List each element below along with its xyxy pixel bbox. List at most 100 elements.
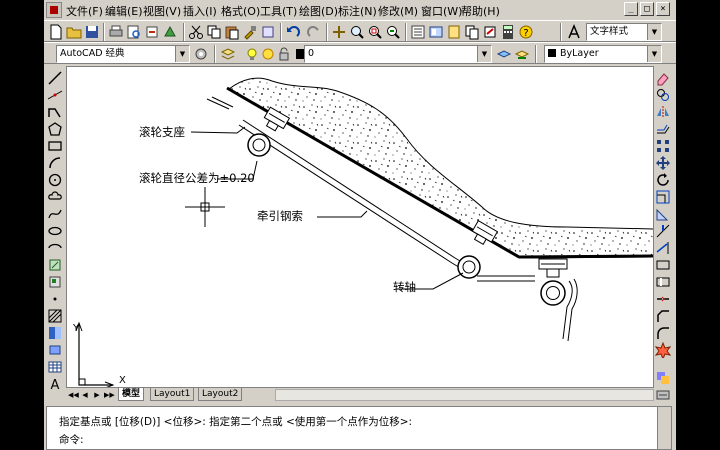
menu-help[interactable]: 帮助(H) [461, 3, 500, 19]
tab-layout1[interactable]: Layout1 [150, 388, 195, 401]
properties-icon[interactable] [410, 24, 426, 40]
tab-prev-button[interactable]: ◀ [80, 390, 90, 400]
region-icon[interactable] [47, 342, 63, 358]
zoom-window-icon[interactable] [367, 24, 383, 40]
color-select[interactable]: ByLayer ▼ [544, 45, 662, 63]
minimize-button[interactable]: _ [624, 2, 638, 16]
menu-insert[interactable]: 插入(I) [183, 3, 217, 19]
revision-cloud-icon[interactable] [47, 189, 63, 205]
stretch-icon[interactable] [655, 206, 671, 222]
layer-select[interactable]: 0 ▼ [304, 45, 492, 63]
join-icon[interactable] [655, 291, 671, 307]
command-window[interactable]: 指定基点或 [位移(D)] <位移>: 指定第二个点或 <使用第一个点作为位移>… [46, 406, 672, 450]
markup-set-icon[interactable] [482, 24, 498, 40]
menu-window[interactable]: 窗口(W) [421, 3, 462, 19]
inquiry-icon[interactable] [655, 387, 671, 403]
offset-icon[interactable] [655, 121, 671, 137]
copy-object-icon[interactable] [655, 87, 671, 103]
save-icon[interactable] [84, 24, 100, 40]
menu-view[interactable]: 视图(V) [143, 3, 181, 19]
gradient-icon[interactable] [47, 325, 63, 341]
ellipse-icon[interactable] [47, 223, 63, 239]
rotate-icon[interactable] [655, 172, 671, 188]
workspace-settings-icon[interactable] [193, 46, 209, 62]
design-center-icon[interactable] [428, 24, 444, 40]
menu-tools[interactable]: 工具(T) [260, 3, 297, 19]
cut-icon[interactable] [188, 24, 204, 40]
layer-lock-icon[interactable] [276, 46, 292, 62]
command-prompt[interactable]: 命令: [59, 432, 84, 447]
quickcalc-icon[interactable] [500, 24, 516, 40]
scale-icon[interactable] [655, 189, 671, 205]
command-scrollbar[interactable] [657, 407, 671, 449]
close-button[interactable]: × [656, 2, 670, 16]
redo-icon[interactable] [306, 24, 322, 40]
layer-properties-icon[interactable] [220, 46, 236, 62]
chamfer-icon[interactable] [655, 308, 671, 324]
mirror-icon[interactable] [655, 104, 671, 120]
pan-icon[interactable] [331, 24, 347, 40]
zoom-previous-icon[interactable] [385, 24, 401, 40]
fillet-icon[interactable] [655, 325, 671, 341]
extend-icon[interactable] [655, 240, 671, 256]
polyline-icon[interactable] [47, 104, 63, 120]
move-icon[interactable] [655, 155, 671, 171]
tab-layout2[interactable]: Layout2 [198, 388, 243, 401]
ellipse-arc-icon[interactable] [47, 240, 63, 256]
spline-icon[interactable] [47, 206, 63, 222]
make-object-layer-current-icon[interactable] [496, 46, 512, 62]
menu-file[interactable]: 文件(F) [66, 3, 103, 19]
match-properties-icon[interactable] [242, 24, 258, 40]
menu-edit[interactable]: 编辑(E) [105, 3, 143, 19]
construction-line-icon[interactable] [47, 87, 63, 103]
draw-order-icon[interactable] [655, 370, 671, 386]
layer-on-icon[interactable] [244, 46, 260, 62]
restore-button[interactable]: □ [640, 2, 654, 16]
zoom-realtime-icon[interactable] [349, 24, 365, 40]
break-icon[interactable] [655, 274, 671, 290]
line-icon[interactable] [47, 70, 63, 86]
menu-dimension[interactable]: 标注(N) [338, 3, 377, 19]
layer-previous-icon[interactable] [514, 46, 530, 62]
trim-icon[interactable] [655, 223, 671, 239]
new-file-icon[interactable] [48, 24, 64, 40]
tab-first-button[interactable]: ◀◀ [68, 390, 79, 400]
tab-next-button[interactable]: ▶ [92, 390, 102, 400]
arc-icon[interactable] [47, 155, 63, 171]
text-style-icon[interactable] [566, 24, 582, 40]
drawing-canvas[interactable]: 滚轮支座 滚轮直径公差为±0.20 牵引钢索 转轴 Y X [66, 66, 654, 388]
menu-modify[interactable]: 修改(M) [378, 3, 418, 19]
layer-thaw-icon[interactable] [260, 46, 276, 62]
tab-last-button[interactable]: ▶▶ [104, 390, 115, 400]
undo-icon[interactable] [285, 24, 301, 40]
polygon-icon[interactable] [47, 121, 63, 137]
3d-dwf-icon[interactable] [162, 24, 178, 40]
workspace-select[interactable]: AutoCAD 经典 ▼ [56, 45, 190, 63]
text-style-select[interactable]: 文字样式 ▼ [586, 23, 662, 41]
table-icon[interactable] [47, 359, 63, 375]
drawing-document-icon[interactable] [46, 2, 62, 18]
circle-icon[interactable] [47, 172, 63, 188]
make-block-icon[interactable] [47, 274, 63, 290]
block-editor-icon[interactable] [260, 24, 276, 40]
multiline-text-icon[interactable]: A [47, 376, 63, 392]
erase-icon[interactable] [655, 70, 671, 86]
horizontal-scrollbar[interactable] [275, 389, 654, 401]
plot-preview-icon[interactable] [126, 24, 142, 40]
copy-icon[interactable] [206, 24, 222, 40]
sheet-set-icon[interactable] [464, 24, 480, 40]
help-icon[interactable]: ? [518, 24, 534, 40]
print-icon[interactable] [108, 24, 124, 40]
menu-format[interactable]: 格式(O) [221, 3, 260, 19]
point-icon[interactable] [47, 291, 63, 307]
array-icon[interactable] [655, 138, 671, 154]
tool-palettes-icon[interactable] [446, 24, 462, 40]
menu-draw[interactable]: 绘图(D) [299, 3, 338, 19]
paste-icon[interactable] [224, 24, 240, 40]
publish-icon[interactable] [144, 24, 160, 40]
explode-icon[interactable] [655, 342, 671, 358]
rectangle-icon[interactable] [47, 138, 63, 154]
tab-model[interactable]: 模型 [118, 388, 145, 401]
hatch-icon[interactable] [47, 308, 63, 324]
insert-block-icon[interactable] [47, 257, 63, 273]
